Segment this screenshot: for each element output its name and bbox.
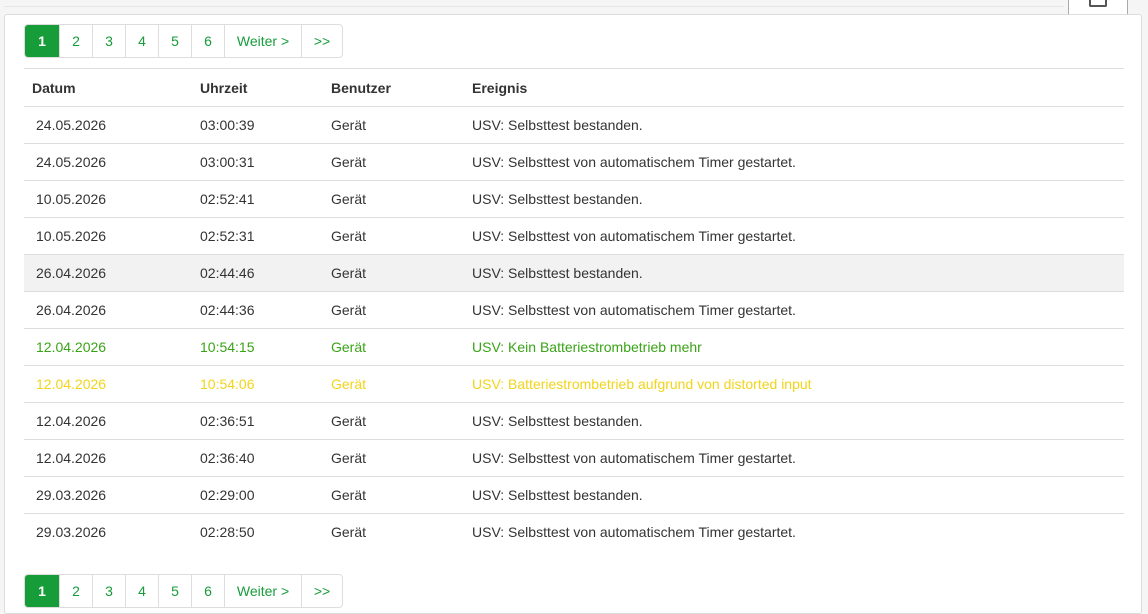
page-link-4[interactable]: 4 [125,575,158,607]
table-row: 29.03.2026 02:28:50 Gerät USV: Selbsttes… [24,514,1124,551]
print-icon [1089,0,1107,7]
cell-date: 12.04.2026 [24,439,192,477]
cell-event: USV: Selbsttest von automatischem Timer … [464,439,1124,477]
cell-event: USV: Selbsttest von automatischem Timer … [464,291,1124,329]
page-link-1[interactable]: 1 [25,575,59,607]
cell-time: 10:54:15 [192,328,323,366]
cell-event: USV: Selbsttest bestanden. [464,402,1124,440]
page-link-2[interactable]: 2 [59,575,92,607]
cell-event: USV: Selbsttest bestanden. [464,476,1124,514]
cell-user: Gerät [323,217,464,255]
cell-time: 02:44:46 [192,254,323,292]
table-row-warning: 12.04.2026 10:54:06 Gerät USV: Batteries… [24,365,1124,403]
page-link-3[interactable]: 3 [92,25,125,57]
table-row: 10.05.2026 02:52:41 Gerät USV: Selbsttes… [24,180,1124,218]
page-link-5[interactable]: 5 [158,575,191,607]
cell-event: USV: Selbsttest bestanden. [464,180,1124,218]
column-header-date[interactable]: Datum [24,68,192,107]
table-row: 24.05.2026 03:00:39 Gerät USV: Selbsttes… [24,106,1124,144]
cell-time: 02:36:40 [192,439,323,477]
cell-date: 12.04.2026 [24,365,192,403]
cell-date: 10.05.2026 [24,217,192,255]
page-link-6[interactable]: 6 [191,25,224,57]
cell-time: 02:52:31 [192,217,323,255]
cell-date: 24.05.2026 [24,143,192,181]
column-header-user[interactable]: Benutzer [323,68,464,107]
cell-user: Gerät [323,143,464,181]
cell-user: Gerät [331,524,367,540]
cell-user: Gerät [323,180,464,218]
cell-time: 02:29:00 [192,476,323,514]
cell-date: 26.04.2026 [24,254,192,292]
column-header-time[interactable]: Uhrzeit [192,68,323,107]
table-header-row: Datum Uhrzeit Benutzer Ereignis [24,68,1124,107]
cell-time: 02:52:41 [192,180,323,218]
cell-event: USV: Kein Batteriestrombetrieb mehr [464,328,1124,366]
page-link-4[interactable]: 4 [125,25,158,57]
cell-user: Gerät [323,402,464,440]
cell-time: 03:00:31 [192,143,323,181]
table-row-hovered: 26.04.2026 02:44:46 Gerät USV: Selbsttes… [24,254,1124,292]
cell-time: 03:00:39 [192,106,323,144]
cell-user: Gerät [323,476,464,514]
cell-time: 02:44:36 [192,291,323,329]
pagination-top: 1 2 3 4 5 6 Weiter > >> [24,24,343,58]
page-link-5[interactable]: 5 [158,25,191,57]
table-row: 26.04.2026 02:44:36 Gerät USV: Selbsttes… [24,291,1124,329]
cell-time: 10:54:06 [192,365,323,403]
cell-date: 29.03.2026 [24,476,192,514]
cell-time: 02:36:51 [192,402,323,440]
cell-user: Gerät [323,365,464,403]
cell-user: Gerät [323,328,464,366]
next-page-link[interactable]: Weiter > [224,25,301,57]
cell-date: 26.04.2026 [24,291,192,329]
cell-event: USV: Selbsttest bestanden. [464,106,1124,144]
last-page-link[interactable]: >> [301,25,342,57]
event-log-table: Datum Uhrzeit Benutzer Ereignis 24.05.20… [24,68,1124,550]
cell-date: 10.05.2026 [24,180,192,218]
table-row: 10.05.2026 02:52:31 Gerät USV: Selbsttes… [24,217,1124,255]
cell-date: 12.04.2026 [24,402,192,440]
cell-date: 29.03.2026 [36,524,107,540]
cell-user: Gerät [323,254,464,292]
next-page-link[interactable]: Weiter > [224,575,301,607]
cell-event: USV: Selbsttest von automatischem Timer … [464,143,1124,181]
cell-date: 24.05.2026 [24,106,192,144]
table-row: 24.05.2026 03:00:31 Gerät USV: Selbsttes… [24,143,1124,181]
cell-event: USV: Selbsttest von automatischem Timer … [464,217,1124,255]
column-header-event[interactable]: Ereignis [464,68,1124,107]
page-link-1[interactable]: 1 [25,25,59,57]
cell-event: USV: Batteriestrombetrieb aufgrund von d… [464,365,1124,403]
cell-user: Gerät [323,439,464,477]
cell-user: Gerät [323,106,464,144]
cell-event: USV: Selbsttest von automatischem Timer … [472,524,796,540]
cell-date: 12.04.2026 [24,328,192,366]
page-link-2[interactable]: 2 [59,25,92,57]
cell-event: USV: Selbsttest bestanden. [464,254,1124,292]
table-row: 29.03.2026 02:29:00 Gerät USV: Selbsttes… [24,476,1124,514]
page-link-3[interactable]: 3 [92,575,125,607]
page-link-6[interactable]: 6 [191,575,224,607]
top-divider [4,6,1064,7]
table-row: 12.04.2026 02:36:51 Gerät USV: Selbsttes… [24,402,1124,440]
last-page-link[interactable]: >> [301,575,342,607]
cell-time: 02:28:50 [200,524,255,540]
table-row-success: 12.04.2026 10:54:15 Gerät USV: Kein Batt… [24,328,1124,366]
cell-user: Gerät [323,291,464,329]
table-row: 12.04.2026 02:36:40 Gerät USV: Selbsttes… [24,439,1124,477]
